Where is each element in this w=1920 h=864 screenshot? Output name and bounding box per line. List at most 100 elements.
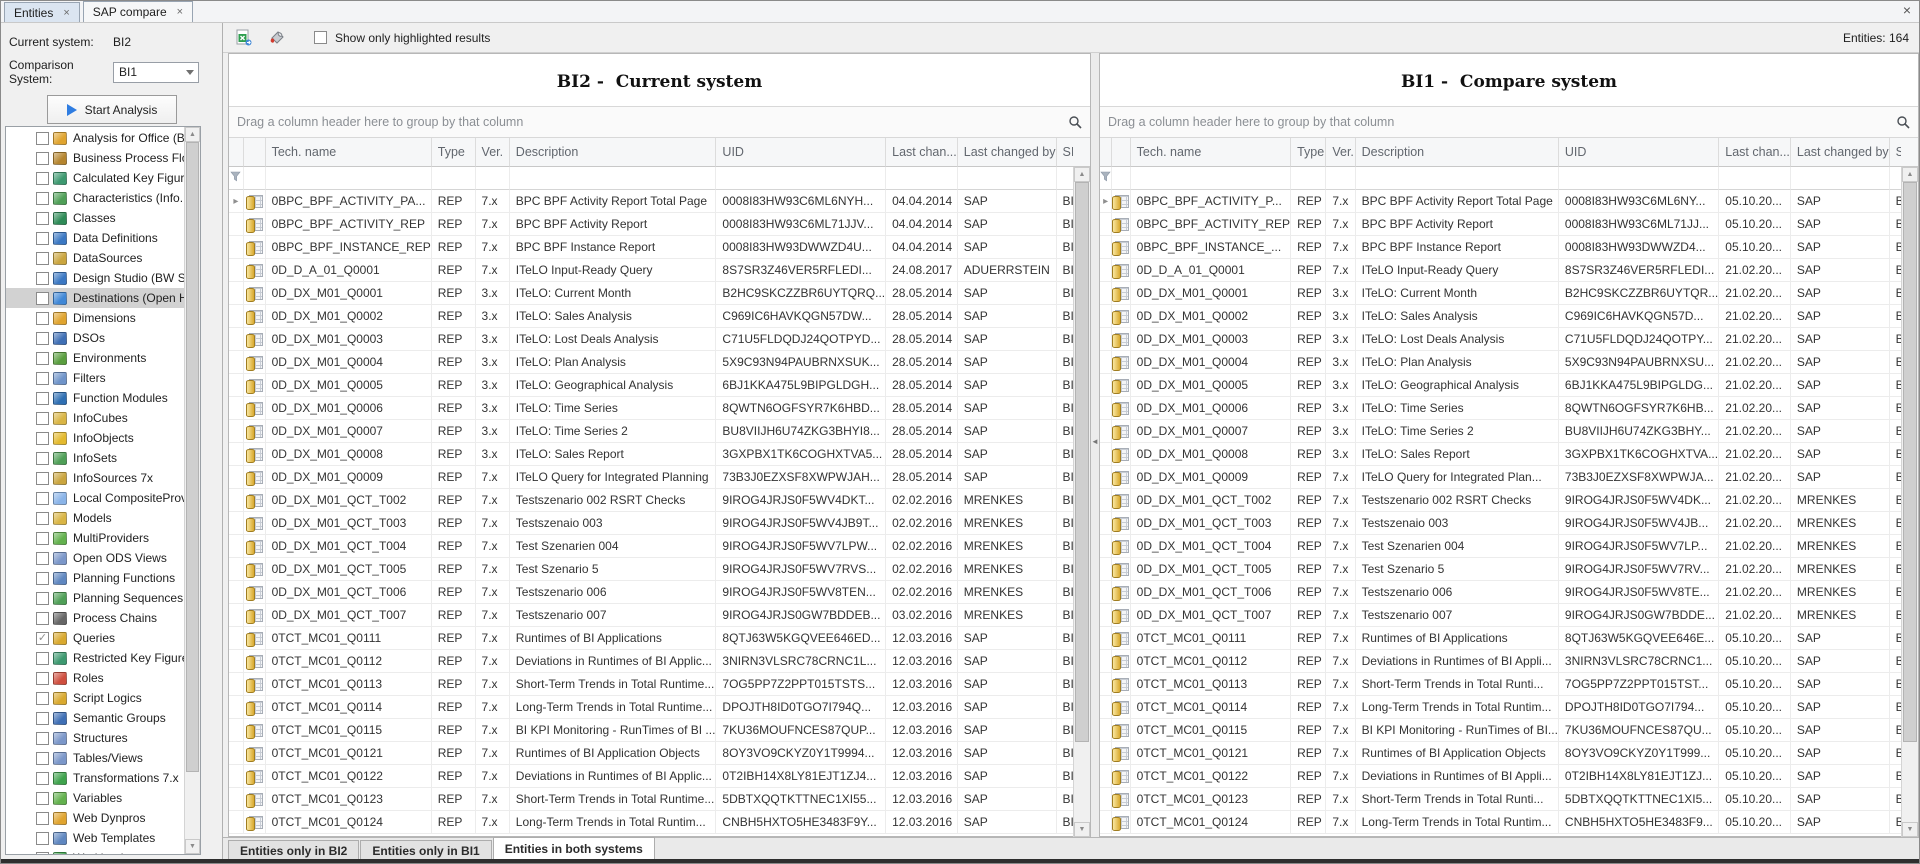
- filter-cell[interactable]: [958, 167, 1057, 190]
- collapse-left-icon[interactable]: ◄: [1091, 437, 1099, 446]
- filter-cell[interactable]: [510, 167, 717, 190]
- table-row[interactable]: 0D_DX_M01_Q0006REP3.xITeLO: Time Series8…: [229, 397, 1090, 420]
- column-header[interactable]: Last chan...: [1719, 138, 1791, 167]
- grid-scrollbar[interactable]: ▲ ▼: [1073, 167, 1090, 837]
- search-icon[interactable]: [1068, 115, 1083, 130]
- checkbox[interactable]: [36, 512, 49, 525]
- column-header[interactable]: Tech. name: [266, 138, 432, 167]
- filter-cell[interactable]: [244, 167, 266, 190]
- table-row[interactable]: 0TCT_MC01_Q0114REP7.xLong-Term Trends in…: [229, 696, 1090, 719]
- group-by-bar[interactable]: Drag a column header here to group by th…: [229, 106, 1090, 138]
- scroll-down-icon[interactable]: ▼: [185, 839, 200, 854]
- table-row[interactable]: 0D_DX_M01_QCT_T006REP7.xTestszenario 006…: [229, 581, 1090, 604]
- sidebar-item-web-dynpros[interactable]: Web Dynpros: [6, 808, 184, 828]
- checkbox[interactable]: [36, 672, 49, 685]
- checkbox[interactable]: [36, 552, 49, 565]
- checkbox[interactable]: [36, 152, 49, 165]
- checkbox[interactable]: [36, 752, 49, 765]
- table-row[interactable]: 0D_DX_M01_Q0001REP3.xITeLO: Current Mont…: [229, 282, 1090, 305]
- column-header[interactable]: UID: [1559, 138, 1719, 167]
- checkbox[interactable]: [36, 712, 49, 725]
- tree-scrollbar[interactable]: ▲ ▼: [184, 127, 200, 854]
- checkbox[interactable]: [36, 852, 49, 855]
- comparison-system-select[interactable]: BI1: [113, 62, 199, 83]
- sidebar-item-destinations-open-h[interactable]: Destinations (Open H...: [6, 288, 184, 308]
- sidebar-item-analysis-for-office-b[interactable]: Analysis for Office (B...: [6, 128, 184, 148]
- checkbox[interactable]: [36, 252, 49, 265]
- sidebar-item-local-compositeprovi[interactable]: Local CompositeProvi...: [6, 488, 184, 508]
- table-row[interactable]: 0D_DX_M01_Q0007REP3.xITeLO: Time Series …: [1100, 420, 1918, 443]
- checkbox[interactable]: [36, 312, 49, 325]
- table-row[interactable]: 0D_DX_M01_Q0003REP3.xITeLO: Lost Deals A…: [1100, 328, 1918, 351]
- sidebar-item-structures[interactable]: Structures: [6, 728, 184, 748]
- sidebar-item-classes[interactable]: Classes: [6, 208, 184, 228]
- column-header[interactable]: Last chan...: [886, 138, 958, 167]
- table-row[interactable]: 0D_DX_M01_Q0006REP3.xITeLO: Time Series8…: [1100, 397, 1918, 420]
- checkbox[interactable]: [36, 492, 49, 505]
- checkbox[interactable]: [36, 812, 49, 825]
- table-row[interactable]: 0TCT_MC01_Q0122REP7.xDeviations in Runti…: [1100, 765, 1918, 788]
- table-row[interactable]: 0TCT_MC01_Q0124REP7.xLong-Term Trends in…: [229, 811, 1090, 834]
- table-row[interactable]: 0D_DX_M01_Q0005REP3.xITeLO: Geographical…: [229, 374, 1090, 397]
- table-row[interactable]: 0D_DX_M01_QCT_T004REP7.xTest Szenarien 0…: [229, 535, 1090, 558]
- sidebar-item-restricted-key-figures[interactable]: Restricted Key Figures: [6, 648, 184, 668]
- filter-cell[interactable]: [1719, 167, 1791, 190]
- sidebar-item-script-logics[interactable]: Script Logics: [6, 688, 184, 708]
- sidebar-item-design-studio-bw-s[interactable]: Design Studio (BW S...: [6, 268, 184, 288]
- table-row[interactable]: 0BPC_BPF_INSTANCE_...REP7.xBPC BPF Insta…: [1100, 236, 1918, 259]
- paint-highlight-icon[interactable]: [268, 29, 286, 46]
- table-row[interactable]: 0BPC_BPF_INSTANCE_REPREP7.xBPC BPF Insta…: [229, 236, 1090, 259]
- tab-entities-only-bi1[interactable]: Entities only in BI1: [360, 840, 491, 861]
- column-header[interactable]: Tech. name: [1131, 138, 1291, 167]
- table-row[interactable]: 0D_DX_M01_Q0001REP3.xITeLO: Current Mont…: [1100, 282, 1918, 305]
- sidebar-item-tables-views[interactable]: Tables/Views: [6, 748, 184, 768]
- table-row[interactable]: 0D_DX_M01_QCT_T003REP7.xTestszenaio 0039…: [229, 512, 1090, 535]
- filter-cell[interactable]: [432, 167, 476, 190]
- table-row[interactable]: 0D_DX_M01_QCT_T007REP7.xTestszenario 007…: [229, 604, 1090, 627]
- checkbox[interactable]: [36, 292, 49, 305]
- filter-cell[interactable]: [1112, 167, 1130, 190]
- checkbox[interactable]: [36, 652, 49, 665]
- table-row[interactable]: 0TCT_MC01_Q0113REP7.xShort-Term Trends i…: [1100, 673, 1918, 696]
- table-row[interactable]: 0TCT_MC01_Q0114REP7.xLong-Term Trends in…: [1100, 696, 1918, 719]
- table-row[interactable]: 0D_DX_M01_QCT_T006REP7.xTestszenario 006…: [1100, 581, 1918, 604]
- sidebar-item-filters[interactable]: Filters: [6, 368, 184, 388]
- table-row[interactable]: ▸0BPC_BPF_ACTIVITY_P...REP7.xBPC BPF Act…: [1100, 190, 1918, 213]
- table-row[interactable]: 0D_DX_M01_Q0005REP3.xITeLO: Geographical…: [1100, 374, 1918, 397]
- checkbox[interactable]: [36, 452, 49, 465]
- sidebar-item-models[interactable]: Models: [6, 508, 184, 528]
- tab-entities-only-bi2[interactable]: Entities only in BI2: [228, 840, 359, 861]
- expand-arrow-icon[interactable]: ▸: [1100, 190, 1112, 213]
- checkbox[interactable]: [36, 352, 49, 365]
- table-row[interactable]: 0TCT_MC01_Q0112REP7.xDeviations in Runti…: [229, 650, 1090, 673]
- table-row[interactable]: 0TCT_MC01_Q0115REP7.xBI KPI Monitoring -…: [1100, 719, 1918, 742]
- window-close-icon[interactable]: ×: [1903, 3, 1911, 17]
- checkbox[interactable]: [36, 212, 49, 225]
- filter-icon-cell[interactable]: [1100, 167, 1112, 190]
- checkbox[interactable]: [36, 572, 49, 585]
- sidebar-item-semantic-groups[interactable]: Semantic Groups: [6, 708, 184, 728]
- table-row[interactable]: 0D_DX_M01_Q0004REP3.xITeLO: Plan Analysi…: [229, 351, 1090, 374]
- scrollbar-thumb[interactable]: [1903, 182, 1917, 742]
- table-row[interactable]: 0D_DX_M01_Q0009REP7.xITeLO Query for Int…: [1100, 466, 1918, 489]
- tab-sap-compare[interactable]: SAP compare ×: [83, 1, 193, 22]
- sidebar-item-infoobjects[interactable]: InfoObjects: [6, 428, 184, 448]
- table-row[interactable]: 0TCT_MC01_Q0122REP7.xDeviations in Runti…: [229, 765, 1090, 788]
- checkbox[interactable]: [36, 612, 49, 625]
- filter-cell[interactable]: [476, 167, 510, 190]
- scroll-up-icon[interactable]: ▲: [185, 127, 200, 142]
- checkbox[interactable]: [36, 412, 49, 425]
- sidebar-item-business-process-flows[interactable]: Business Process Flows: [6, 148, 184, 168]
- table-row[interactable]: 0D_DX_M01_QCT_T002REP7.xTestszenario 002…: [229, 489, 1090, 512]
- filter-cell[interactable]: [886, 167, 958, 190]
- table-row[interactable]: 0TCT_MC01_Q0123REP7.xShort-Term Trends i…: [229, 788, 1090, 811]
- column-header[interactable]: Last changed by: [958, 138, 1057, 167]
- checkbox[interactable]: [36, 372, 49, 385]
- filter-cell[interactable]: [1326, 167, 1355, 190]
- tab-entities[interactable]: Entities ×: [4, 2, 80, 22]
- excel-export-icon[interactable]: [235, 29, 252, 46]
- table-row[interactable]: 0BPC_BPF_ACTIVITY_REPREP7.xBPC BPF Activ…: [229, 213, 1090, 236]
- table-row[interactable]: 0D_D_A_01_Q0001REP7.xITeLO Input-Ready Q…: [229, 259, 1090, 282]
- table-row[interactable]: 0BPC_BPF_ACTIVITY_REPREP7.xBPC BPF Activ…: [1100, 213, 1918, 236]
- table-row[interactable]: 0TCT_MC01_Q0123REP7.xShort-Term Trends i…: [1100, 788, 1918, 811]
